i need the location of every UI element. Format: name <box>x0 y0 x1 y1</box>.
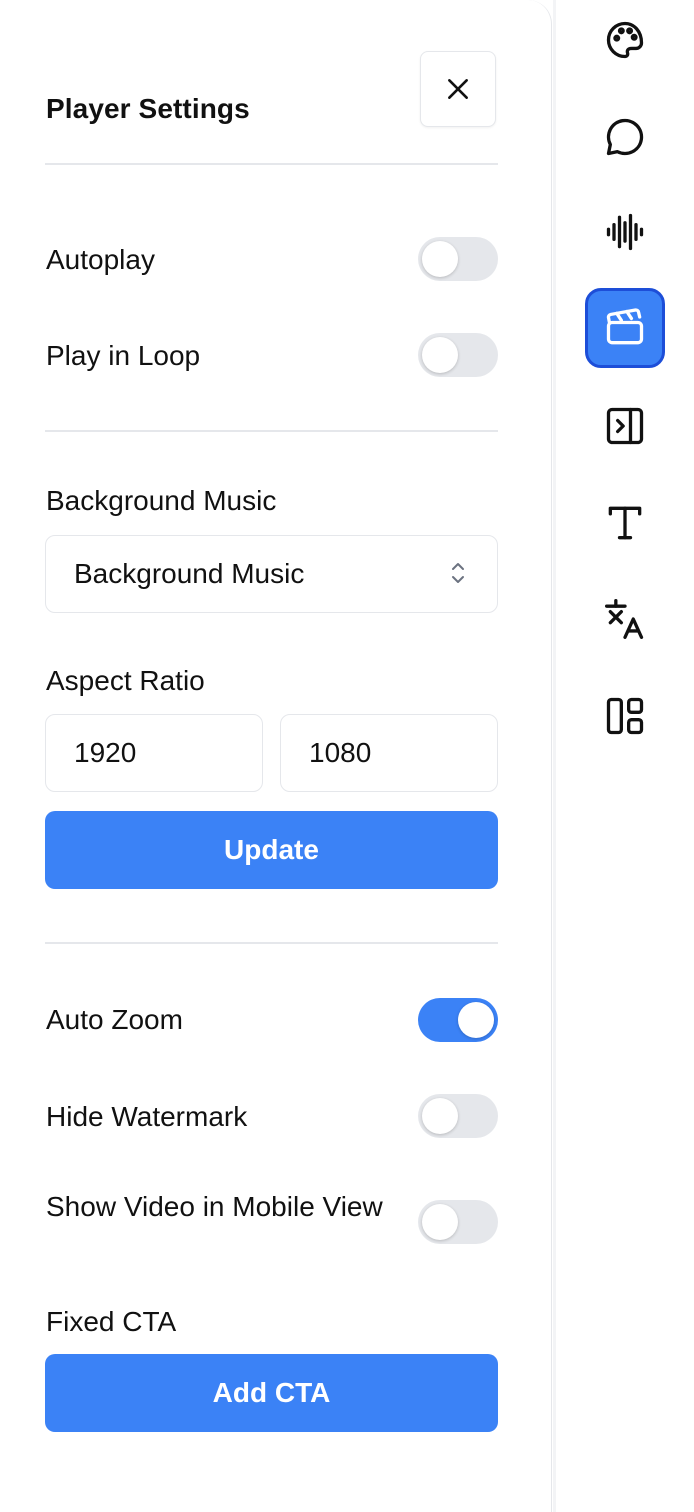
toggle-knob <box>458 1002 494 1038</box>
autoplay-toggle[interactable] <box>418 237 498 281</box>
divider <box>45 430 498 432</box>
palette-icon[interactable] <box>585 0 665 80</box>
fixed-cta-label: Fixed CTA <box>46 1306 177 1337</box>
close-icon <box>448 79 468 99</box>
background-music-value: Background Music <box>74 558 305 589</box>
divider <box>45 163 498 165</box>
aspect-width-value: 1920 <box>74 737 137 768</box>
play-in-loop-label: Play in Loop <box>46 340 201 371</box>
aspect-ratio-label: Aspect Ratio <box>46 665 205 696</box>
aspect-width-input[interactable]: 1920 <box>45 714 263 792</box>
add-cta-button[interactable]: Add CTA <box>45 1354 498 1432</box>
panel-right-open-icon[interactable] <box>585 386 665 466</box>
background-music-select[interactable]: Background Music <box>45 535 498 613</box>
play-in-loop-toggle[interactable] <box>418 333 498 377</box>
text-icon[interactable] <box>585 483 665 563</box>
auto-zoom-label: Auto Zoom <box>46 1004 183 1035</box>
hide-watermark-label: Hide Watermark <box>46 1101 248 1132</box>
translate-icon[interactable] <box>585 579 665 659</box>
close-button[interactable] <box>420 51 496 127</box>
auto-zoom-toggle[interactable] <box>418 998 498 1042</box>
chat-bubble-icon[interactable] <box>585 97 665 177</box>
toggle-knob <box>422 337 458 373</box>
aspect-height-value: 1080 <box>309 737 372 768</box>
toggle-knob <box>422 241 458 277</box>
aspect-height-input[interactable]: 1080 <box>280 714 498 792</box>
audio-waveform-icon[interactable] <box>585 192 665 272</box>
background-music-label: Background Music <box>46 485 277 516</box>
clapperboard-icon[interactable] <box>585 288 665 368</box>
autoplay-label: Autoplay <box>46 244 155 275</box>
show-video-mobile-label: Show Video in Mobile View <box>46 1191 383 1222</box>
toggle-knob <box>422 1204 458 1240</box>
panel-title: Player Settings <box>46 93 250 124</box>
show-video-mobile-toggle[interactable] <box>418 1200 498 1244</box>
chevron-up-down-icon <box>452 563 464 583</box>
update-button[interactable]: Update <box>45 811 498 889</box>
divider <box>45 942 498 944</box>
layout-dashboard-icon[interactable] <box>585 676 665 756</box>
toggle-knob <box>422 1098 458 1134</box>
hide-watermark-toggle[interactable] <box>418 1094 498 1138</box>
